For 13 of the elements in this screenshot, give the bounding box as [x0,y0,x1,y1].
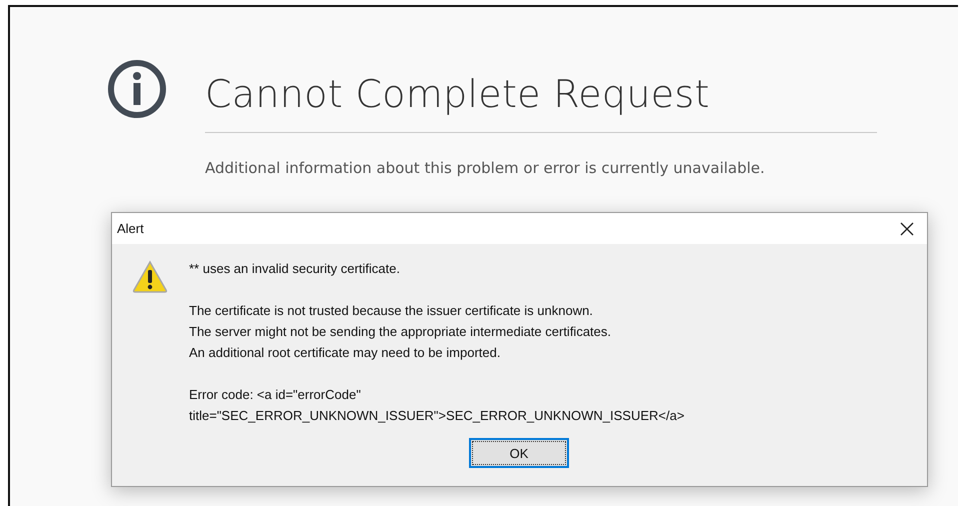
info-icon [107,59,167,119]
alert-text: Error code: <a id="errorCode" [189,386,362,404]
alert-text: The server might not be sending the appropriate intermediate certificates. [189,323,612,341]
warning-icon [132,260,168,294]
alert-text: ** uses an invalid security certificate. [189,260,401,278]
page-title: Cannot Complete Request [205,71,711,118]
alert-text: The certificate is not trusted because the issuer certificate is unknown. [189,302,594,320]
dialog-title: Alert [117,221,144,236]
close-icon[interactable] [900,222,914,236]
ok-button[interactable]: OK [469,438,569,468]
error-message: Additional information about this problem or error is currently unavailable. [205,159,766,177]
alert-text: An additional root certificate may need to be imported. [189,344,502,362]
alert-text: title="SEC_ERROR_UNKNOWN_ISSUER">SEC_ERROR_UNKNOWN_ISSUER</a> [189,407,684,425]
